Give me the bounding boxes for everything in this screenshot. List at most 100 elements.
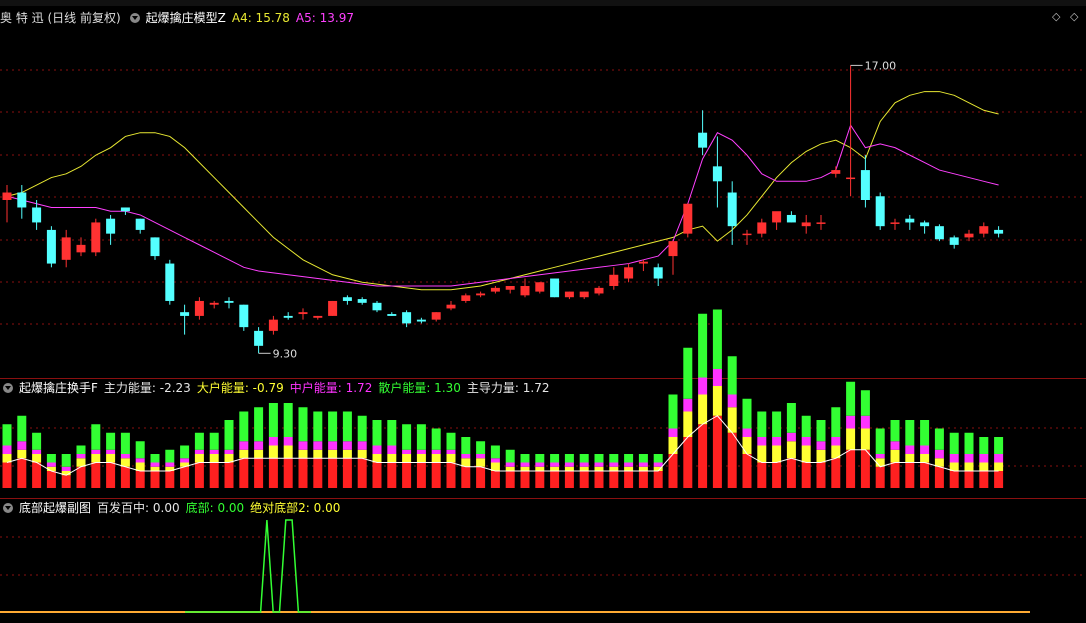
energy-main-force-41 bbox=[609, 471, 619, 488]
energy-mid-holder-66 bbox=[979, 454, 989, 463]
energy-mid-holder-64 bbox=[949, 454, 959, 463]
energy-retail-37 bbox=[550, 454, 560, 463]
energy-main-force-9 bbox=[135, 471, 145, 488]
energy-main-force-13 bbox=[194, 462, 204, 488]
candle-body-64 bbox=[949, 237, 959, 245]
candle-body-43 bbox=[638, 261, 648, 264]
energy-mid-holder-1 bbox=[17, 441, 27, 450]
energy-main-force-5 bbox=[76, 466, 86, 488]
kline-chart[interactable]: 17.00 9.30 bbox=[0, 0, 1086, 623]
energy-main-force-67 bbox=[994, 471, 1004, 488]
energy-mid-holder-13 bbox=[194, 449, 204, 454]
energy-mid-holder-4 bbox=[61, 466, 71, 471]
energy-retail-53 bbox=[786, 403, 796, 433]
energy-retail-59 bbox=[875, 428, 885, 454]
energy-retail-50 bbox=[742, 398, 752, 429]
energy-big-holder-65 bbox=[964, 462, 974, 471]
energy-mid-holder-63 bbox=[934, 449, 944, 459]
energy-main-force-61 bbox=[905, 462, 915, 488]
candle-body-13 bbox=[194, 300, 204, 316]
energy-mid-holder-8 bbox=[120, 454, 130, 459]
energy-retail-29 bbox=[431, 428, 441, 450]
energy-big-holder-54 bbox=[801, 445, 811, 463]
energy-mid-holder-18 bbox=[268, 437, 278, 446]
candle-body-12 bbox=[180, 312, 190, 316]
energy-mid-holder-28 bbox=[416, 449, 426, 454]
energy-main-force-52 bbox=[772, 462, 782, 488]
candle-body-22 bbox=[328, 300, 338, 316]
energy-mid-holder-45 bbox=[668, 428, 678, 437]
energy-main-force-47 bbox=[698, 424, 708, 488]
energy-mid-holder-55 bbox=[816, 441, 826, 450]
energy-mid-holder-37 bbox=[550, 462, 560, 467]
candle-body-27 bbox=[402, 312, 412, 324]
energy-main-force-16 bbox=[239, 458, 249, 488]
energy-mid-holder-14 bbox=[209, 449, 219, 454]
energy-retail-45 bbox=[668, 394, 678, 429]
candle-body-28 bbox=[416, 319, 426, 322]
energy-big-holder-67 bbox=[994, 462, 1004, 471]
candle-body-42 bbox=[624, 267, 634, 279]
energy-mid-holder-54 bbox=[801, 437, 811, 446]
energy-main-force-10 bbox=[150, 471, 160, 488]
energy-retail-65 bbox=[964, 432, 974, 454]
energy-mid-holder-21 bbox=[313, 441, 323, 450]
energy-retail-35 bbox=[520, 454, 530, 463]
energy-big-holder-52 bbox=[772, 445, 782, 463]
energy-main-force-12 bbox=[180, 466, 190, 488]
energy-retail-58 bbox=[860, 390, 870, 416]
energy-retail-8 bbox=[120, 432, 130, 454]
energy-mid-holder-7 bbox=[106, 449, 116, 454]
energy-big-holder-43 bbox=[638, 466, 648, 471]
energy-big-holder-26 bbox=[387, 454, 397, 463]
energy-main-force-2 bbox=[32, 462, 42, 488]
energy-big-holder-10 bbox=[150, 466, 160, 471]
energy-main-force-21 bbox=[313, 458, 323, 488]
candle-body-56 bbox=[831, 170, 841, 174]
energy-main-force-39 bbox=[579, 471, 589, 488]
candle-body-52 bbox=[772, 211, 782, 223]
energy-mid-holder-42 bbox=[624, 462, 634, 467]
energy-retail-55 bbox=[816, 420, 826, 442]
energy-retail-4 bbox=[61, 454, 71, 467]
candle-body-23 bbox=[342, 297, 352, 301]
energy-mid-holder-48 bbox=[712, 369, 722, 386]
energy-main-force-51 bbox=[757, 462, 767, 488]
energy-retail-13 bbox=[194, 432, 204, 450]
energy-retail-27 bbox=[402, 424, 412, 450]
energy-retail-1 bbox=[17, 415, 27, 442]
energy-main-force-45 bbox=[668, 454, 678, 488]
energy-big-holder-55 bbox=[816, 449, 826, 463]
energy-main-force-66 bbox=[979, 471, 989, 488]
energy-main-force-6 bbox=[91, 462, 101, 488]
energy-mid-holder-50 bbox=[742, 428, 752, 437]
candle-body-32 bbox=[476, 293, 486, 296]
energy-main-force-60 bbox=[890, 462, 900, 488]
energy-main-force-22 bbox=[328, 458, 338, 488]
energy-main-force-29 bbox=[431, 462, 441, 488]
energy-big-holder-48 bbox=[712, 386, 722, 416]
energy-main-force-7 bbox=[106, 462, 116, 488]
energy-big-holder-28 bbox=[416, 454, 426, 463]
energy-retail-61 bbox=[905, 420, 915, 446]
energy-mid-holder-23 bbox=[342, 441, 352, 450]
energy-big-holder-21 bbox=[313, 449, 323, 459]
energy-big-holder-50 bbox=[742, 437, 752, 454]
energy-retail-42 bbox=[624, 454, 634, 463]
energy-retail-23 bbox=[342, 411, 352, 442]
energy-retail-0 bbox=[2, 424, 12, 446]
candle-body-48 bbox=[712, 166, 722, 182]
energy-retail-14 bbox=[209, 432, 219, 450]
candle-body-40 bbox=[594, 287, 604, 294]
energy-mid-holder-24 bbox=[357, 441, 367, 450]
energy-big-holder-1 bbox=[17, 449, 27, 459]
energy-big-holder-60 bbox=[890, 449, 900, 463]
candle-body-30 bbox=[446, 304, 456, 309]
energy-mid-holder-16 bbox=[239, 441, 249, 450]
energy-big-holder-37 bbox=[550, 466, 560, 471]
candle-body-9 bbox=[135, 218, 145, 230]
energy-mid-holder-10 bbox=[150, 462, 160, 467]
energy-retail-64 bbox=[949, 432, 959, 454]
energy-big-holder-61 bbox=[905, 454, 915, 463]
energy-mid-holder-20 bbox=[298, 441, 308, 450]
